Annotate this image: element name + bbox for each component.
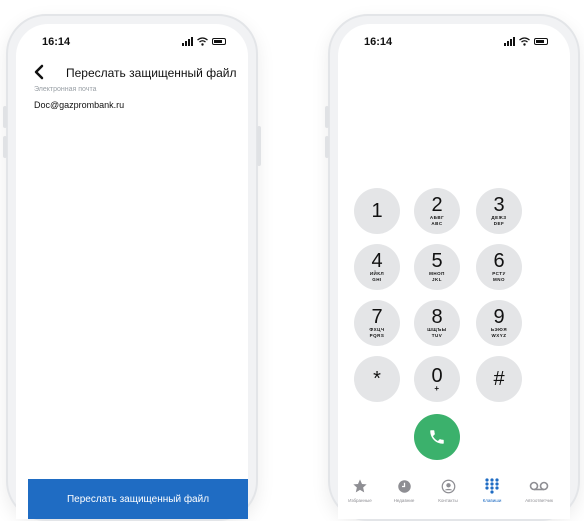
- key-star[interactable]: *: [354, 356, 400, 402]
- status-time: 16:14: [364, 36, 393, 48]
- navigation-bar: Переслать защищенный файл: [16, 64, 248, 86]
- key-digit: 5: [431, 250, 443, 272]
- call-button[interactable]: [414, 414, 460, 460]
- key-letters-en: WXYZ: [491, 333, 507, 338]
- key-digit: 2: [431, 194, 443, 216]
- voicemail-icon: [529, 481, 549, 491]
- key-0[interactable]: 0 +: [414, 356, 460, 402]
- phone-frame-right: 16:14 1 2 АБВГ ABC 3 ДЕЖЗ DEF 4 ИЙКЛ GHI…: [325, 14, 580, 521]
- signal-icon: [504, 37, 515, 46]
- status-time: 16:14: [42, 36, 71, 48]
- page-title: Переслать защищенный файл: [66, 66, 237, 80]
- key-letters-ru: +: [434, 384, 440, 393]
- key-digit: 9: [493, 306, 505, 328]
- tab-favorites[interactable]: Избранные: [338, 477, 382, 503]
- screen-dialer: 16:14 1 2 АБВГ ABC 3 ДЕЖЗ DEF 4 ИЙКЛ GHI…: [338, 24, 570, 519]
- status-bar: 16:14: [338, 36, 570, 50]
- key-5[interactable]: 5 МНОП JKL: [414, 244, 460, 290]
- key-letters-en: PQRS: [369, 333, 385, 338]
- key-letters-en: TUV: [431, 333, 443, 338]
- phone-side-button: [325, 106, 329, 128]
- tab-label: Автоответчик: [525, 498, 553, 503]
- key-digit: #: [493, 368, 505, 390]
- tab-label: Избранные: [348, 498, 372, 503]
- key-digit: 8: [431, 306, 443, 328]
- tab-recents[interactable]: Недавние: [382, 477, 426, 503]
- key-9[interactable]: 9 ЬЭЮЯ WXYZ: [476, 300, 522, 346]
- key-letters-en: ABC: [431, 221, 443, 226]
- contact-icon: [441, 479, 455, 493]
- tab-label: Контакты: [438, 498, 458, 503]
- battery-icon: [212, 38, 226, 45]
- key-3[interactable]: 3 ДЕЖЗ DEF: [476, 188, 522, 234]
- tab-voicemail[interactable]: Автоответчик: [514, 477, 564, 503]
- tab-label: Недавние: [393, 498, 415, 503]
- status-bar: 16:14: [16, 36, 248, 50]
- tab-bar: Избранные Недавние Контакты Клавиши Авто…: [338, 459, 570, 519]
- key-hash[interactable]: #: [476, 356, 522, 402]
- clock-icon: [397, 479, 411, 493]
- key-digit: *: [373, 368, 381, 390]
- key-6[interactable]: 6 РСТУ MNO: [476, 244, 522, 290]
- key-digit: 3: [493, 194, 505, 216]
- phone-side-button: [3, 136, 7, 158]
- key-letters-en: JKL: [431, 277, 442, 282]
- key-digit: 1: [371, 200, 383, 222]
- tab-label: Клавиши: [482, 498, 502, 503]
- email-field[interactable]: Doc@gazprombank.ru: [34, 100, 124, 110]
- forward-file-button[interactable]: Переслать защищенный файл: [28, 479, 248, 519]
- phone-frame-left: 16:14 Переслать защищенный файл Электрон…: [3, 14, 261, 521]
- back-arrow-icon[interactable]: [34, 64, 44, 83]
- key-digit: 7: [371, 306, 383, 328]
- key-1[interactable]: 1: [354, 188, 400, 234]
- tab-keypad[interactable]: Клавиши: [470, 477, 514, 503]
- phone-power-button: [257, 126, 261, 166]
- star-icon: [353, 479, 367, 493]
- phone-side-button: [325, 136, 329, 158]
- phone-icon: [430, 430, 444, 444]
- key-8[interactable]: 8 ШЩЪЫ TUV: [414, 300, 460, 346]
- email-field-label: Электронная почта: [34, 86, 97, 93]
- battery-icon: [534, 38, 548, 45]
- key-letters-en: MNO: [493, 277, 505, 282]
- phone-side-button: [3, 106, 7, 128]
- tab-contacts[interactable]: Контакты: [426, 477, 470, 503]
- wifi-icon: [197, 37, 208, 46]
- key-digit: 6: [493, 250, 505, 272]
- wifi-icon: [519, 37, 530, 46]
- keypad-icon: [485, 478, 499, 494]
- screen-forward-file: 16:14 Переслать защищенный файл Электрон…: [16, 24, 248, 519]
- key-letters-en: DEF: [493, 221, 505, 226]
- key-digit: 4: [371, 250, 383, 272]
- signal-icon: [182, 37, 193, 46]
- key-4[interactable]: 4 ИЙКЛ GHI: [354, 244, 400, 290]
- key-2[interactable]: 2 АБВГ ABC: [414, 188, 460, 234]
- key-7[interactable]: 7 ФХЦЧ PQRS: [354, 300, 400, 346]
- key-digit: 0: [431, 365, 443, 387]
- key-letters-en: GHI: [372, 277, 382, 282]
